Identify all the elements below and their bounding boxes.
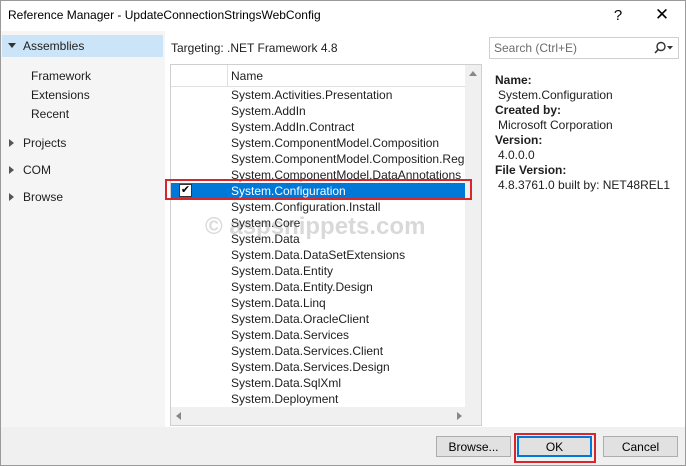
list-item[interactable]: System.Core: [171, 215, 465, 231]
targeting-label: Targeting: .NET Framework 4.8: [171, 41, 338, 55]
name-label: Name:: [495, 73, 532, 87]
list-item-name: System.Data.Linq: [231, 296, 326, 310]
nav-browse[interactable]: Browse: [2, 186, 163, 208]
list-item-name: System.Data.SqlXml: [231, 376, 342, 390]
collapsed-arrow-icon: [9, 139, 14, 147]
search-box: [489, 37, 679, 59]
list-item[interactable]: System.Data.OracleClient: [171, 311, 465, 327]
nav-projects[interactable]: Projects: [2, 132, 163, 154]
list-item-name: System.Data.Services: [231, 328, 350, 342]
nav-recent[interactable]: Recent: [31, 103, 69, 125]
list-item-name: System.Data.Entity: [231, 264, 334, 278]
created-by-value: Microsoft Corporation: [498, 118, 613, 132]
collapsed-arrow-icon: [9, 193, 14, 201]
nav-browse-label: Browse: [23, 190, 64, 204]
title-bar: Reference Manager - UpdateConnectionStri…: [0, 0, 686, 30]
collapsed-arrow-icon: [9, 166, 14, 174]
list-item[interactable]: System.Data.Services: [171, 327, 465, 343]
list-item[interactable]: System.ComponentModel.Composition: [171, 135, 465, 151]
nav-com[interactable]: COM: [2, 159, 163, 181]
list-item[interactable]: System.AddIn.Contract: [171, 119, 465, 135]
list-item[interactable]: System.Data.Entity: [171, 263, 465, 279]
nav-assemblies[interactable]: Assemblies: [2, 35, 163, 57]
list-item-name: System.ComponentModel.DataAnnotations: [231, 168, 462, 182]
list-item[interactable]: System.ComponentModel.Composition.Regist…: [171, 151, 481, 167]
list-rows: System.Activities.Presentation System.Add…: [171, 87, 481, 407]
ok-button[interactable]: OK: [517, 436, 592, 457]
vertical-scrollbar[interactable]: [465, 65, 481, 407]
list-item-name: System.Core: [231, 216, 301, 230]
list-item[interactable]: System.Deployment: [171, 391, 465, 407]
list-item-name: System.Data.DataSetExtensions: [231, 248, 406, 262]
list-item-name: System.Data.OracleClient: [231, 312, 370, 326]
list-item[interactable]: ✔ System.Configuration: [171, 183, 465, 199]
search-icon[interactable]: [654, 41, 674, 55]
file-version-label: File Version:: [495, 163, 567, 177]
scroll-up-icon[interactable]: [469, 71, 477, 76]
list-item-name: System.Data.Services.Client: [231, 344, 384, 358]
list-item-name: System.AddIn: [231, 104, 306, 118]
nav-projects-label: Projects: [23, 136, 67, 150]
help-button[interactable]: ?: [596, 0, 640, 30]
scroll-left-icon[interactable]: [176, 412, 181, 420]
list-item[interactable]: System.Data.Services.Design: [171, 359, 465, 375]
close-button[interactable]: ✕: [640, 0, 684, 30]
scroll-right-icon[interactable]: [457, 412, 462, 420]
list-item-name: System.ComponentModel.Composition: [231, 136, 440, 150]
list-item[interactable]: System.ComponentModel.DataAnnotations: [171, 167, 465, 183]
list-item-name: System.Configuration.Install: [231, 200, 381, 214]
checkbox-column-header[interactable]: [171, 65, 228, 86]
name-column-header[interactable]: Name: [231, 69, 263, 83]
list-header: Name: [171, 65, 481, 87]
version-label: Version:: [495, 133, 543, 147]
list-item[interactable]: System.Data: [171, 231, 465, 247]
sidebar: Assemblies Framework Extensions Recent P…: [0, 31, 165, 427]
nav-assemblies-label: Assemblies: [23, 39, 85, 53]
list-item-name: System.Data: [231, 232, 300, 246]
list-item[interactable]: System.Data.Linq: [171, 295, 465, 311]
name-value: System.Configuration: [498, 88, 613, 102]
list-item[interactable]: System.AddIn: [171, 103, 465, 119]
list-item[interactable]: System.Data.SqlXml: [171, 375, 465, 391]
list-item-name: System.ComponentModel.Composition.Regist…: [231, 152, 482, 166]
created-by-label: Created by:: [495, 103, 562, 117]
browse-button[interactable]: Browse...: [436, 436, 511, 457]
details-pane: Name: System.Configuration Created by: M…: [495, 73, 680, 193]
nav-com-label: COM: [23, 163, 51, 177]
cancel-button[interactable]: Cancel: [603, 436, 678, 457]
list-item[interactable]: System.Data.DataSetExtensions: [171, 247, 465, 263]
file-version-value: 4.8.3761.0 built by: NET48REL1: [498, 178, 671, 192]
list-item-name: System.Activities.Presentation: [231, 88, 393, 102]
list-item-name: System.Data.Entity.Design: [231, 280, 373, 294]
list-item[interactable]: System.Activities.Presentation: [171, 87, 465, 103]
horizontal-scrollbar[interactable]: [171, 407, 481, 425]
list-item[interactable]: System.Configuration.Install: [171, 199, 465, 215]
window-title: Reference Manager - UpdateConnectionStri…: [8, 8, 321, 22]
list-item[interactable]: System.Data.Entity.Design: [171, 279, 465, 295]
search-input[interactable]: [490, 38, 654, 58]
list-item[interactable]: System.Data.Services.Client: [171, 343, 465, 359]
list-item-name: System.Configuration: [231, 184, 346, 198]
expanded-arrow-icon: [8, 43, 16, 48]
version-value: 4.0.0.0: [498, 148, 535, 162]
assembly-list[interactable]: Name System.Activities.Presentation Syste…: [170, 64, 482, 426]
list-item-name: System.Deployment: [231, 392, 339, 406]
list-item-name: System.AddIn.Contract: [231, 120, 355, 134]
list-item-name: System.Data.Services.Design: [231, 360, 390, 374]
checkbox[interactable]: ✔: [179, 184, 192, 197]
